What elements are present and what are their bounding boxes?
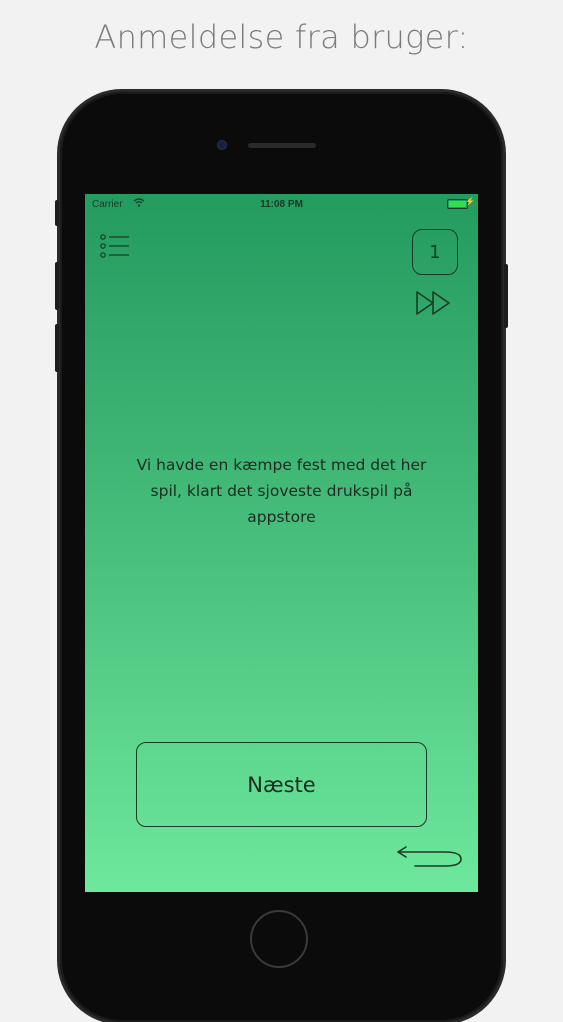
home-button[interactable] (250, 910, 308, 968)
power-button (504, 264, 508, 328)
front-camera (217, 140, 227, 150)
status-bar: Carrier 11:08 PM ⚡ (85, 194, 478, 214)
app-screen: Carrier 11:08 PM ⚡ 1 Vi havde en kæmpe f… (85, 194, 478, 892)
volume-up-button (55, 262, 59, 310)
mute-switch (55, 200, 59, 226)
next-button[interactable]: Næste (136, 742, 427, 827)
fast-forward-icon[interactable] (415, 290, 455, 316)
earpiece-speaker (248, 143, 316, 148)
round-counter: 1 (412, 229, 458, 275)
phone-frame: Carrier 11:08 PM ⚡ 1 Vi havde en kæmpe f… (55, 92, 508, 1022)
volume-down-button (55, 324, 59, 372)
battery-level (449, 201, 466, 207)
page-headline: Anmeldelse fra bruger: (94, 18, 469, 56)
status-time: 11:08 PM (260, 199, 303, 210)
charging-icon: ⚡ (465, 197, 475, 206)
back-arrow-icon[interactable] (395, 846, 465, 870)
review-text: Vi havde en kæmpe fest med det her spil,… (136, 456, 427, 526)
menu-icon[interactable] (100, 234, 130, 260)
